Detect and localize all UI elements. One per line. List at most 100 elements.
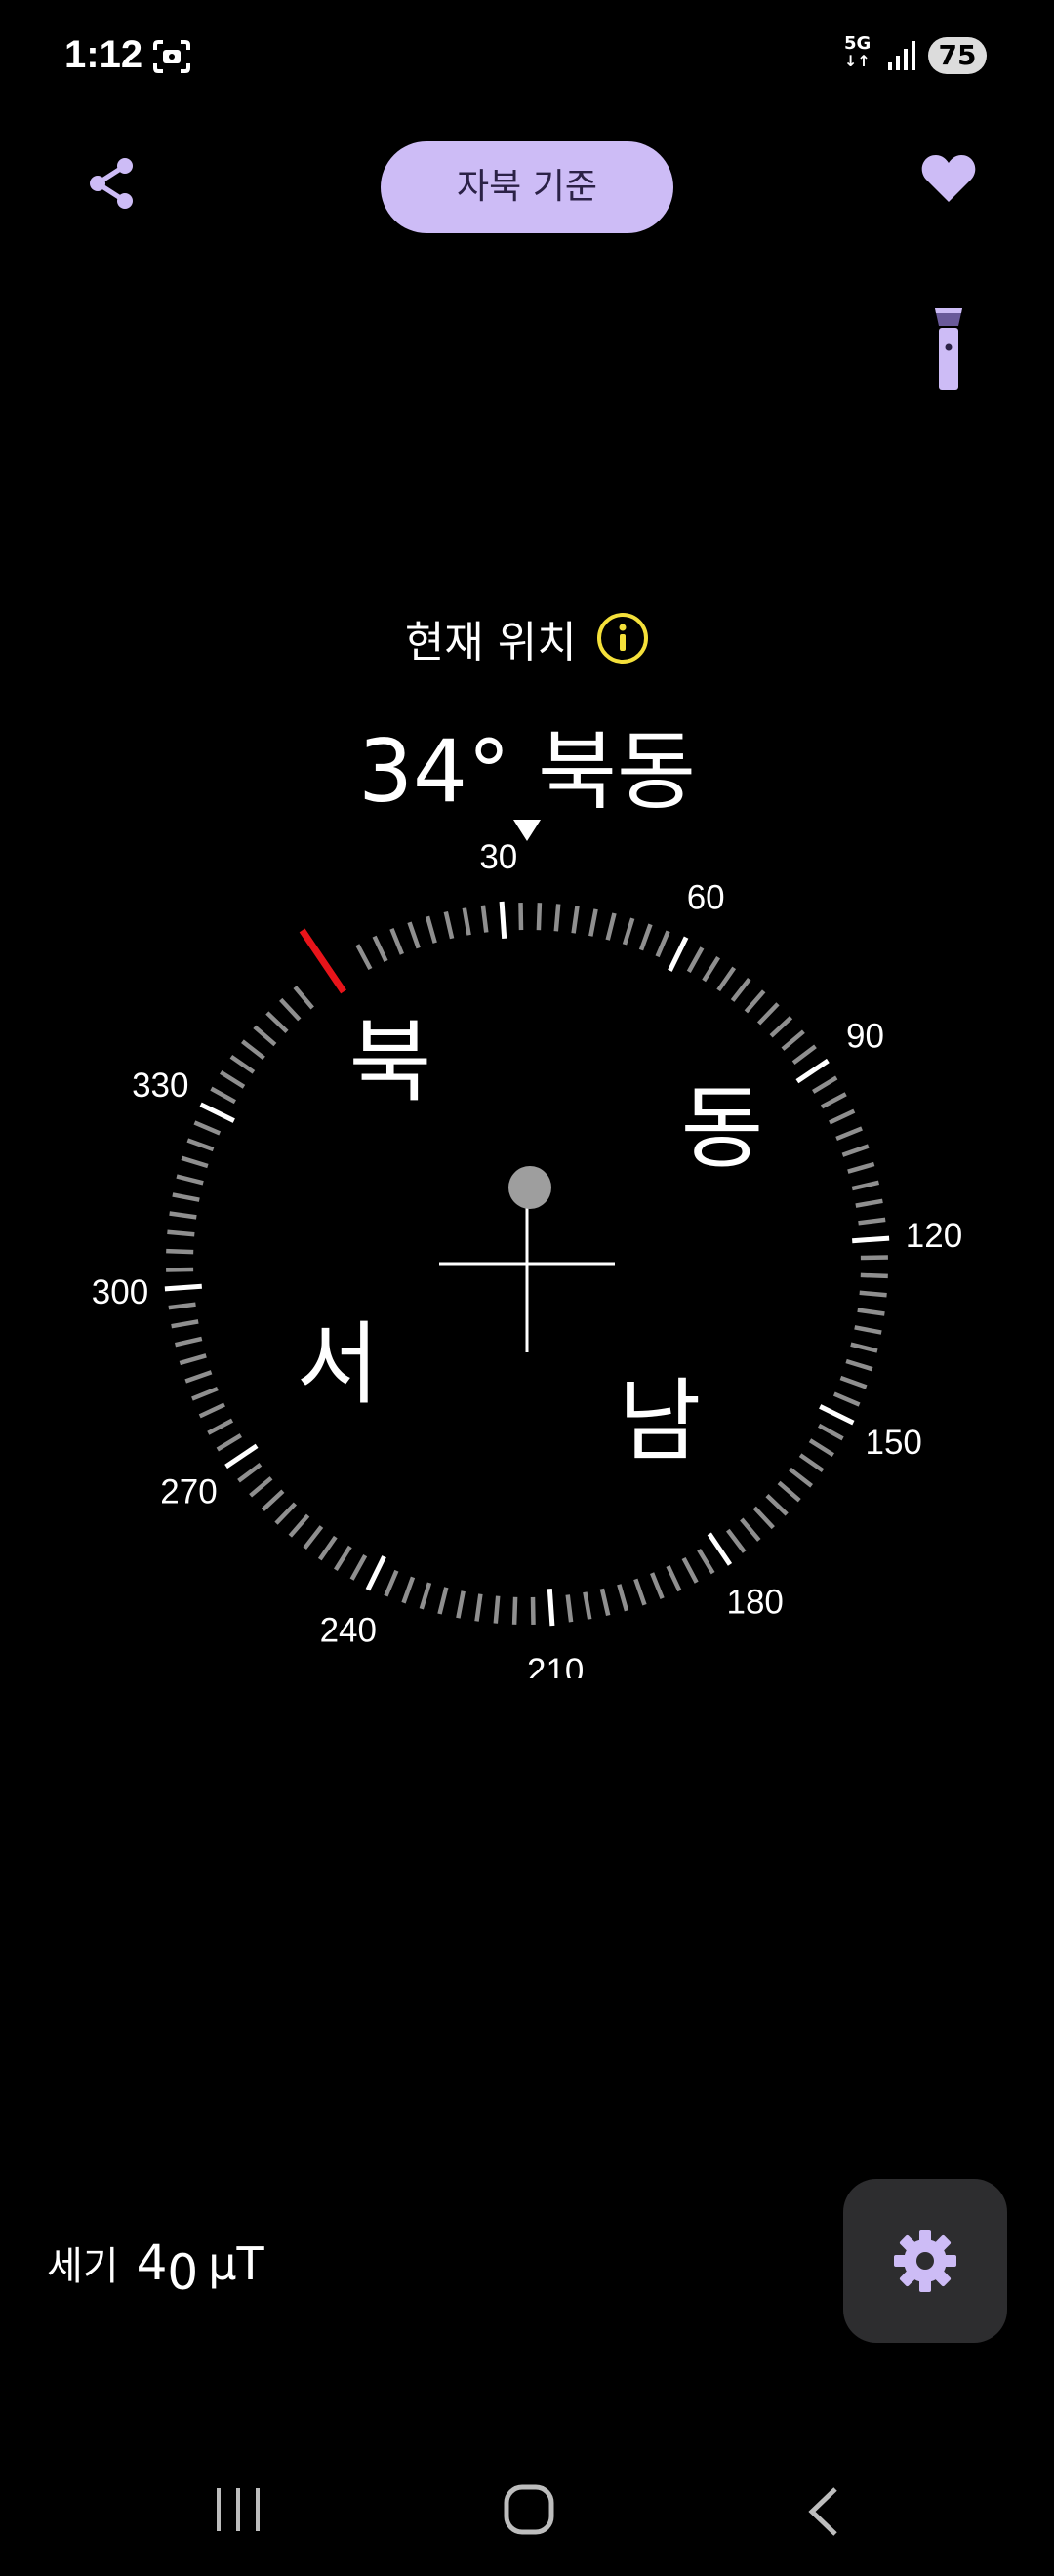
minor-tick — [265, 1011, 289, 1034]
minor-tick — [617, 1584, 629, 1612]
major-tick — [668, 936, 689, 972]
minor-tick — [456, 1590, 466, 1619]
minor-tick — [791, 1044, 817, 1065]
minor-tick — [462, 907, 471, 936]
minor-tick — [293, 986, 314, 1010]
battery-icon: 75 — [928, 37, 987, 74]
minor-tick — [752, 1506, 775, 1530]
info-icon[interactable] — [596, 612, 649, 664]
minor-tick — [638, 923, 653, 951]
minor-tick — [171, 1319, 199, 1329]
home-icon[interactable] — [504, 2484, 554, 2535]
minor-tick — [530, 1596, 536, 1625]
minor-tick — [198, 1402, 225, 1419]
minor-tick — [229, 1054, 256, 1074]
minor-tick — [191, 1387, 219, 1401]
minor-tick — [384, 1569, 399, 1597]
tick-label: 120 — [906, 1217, 962, 1255]
minor-tick — [166, 1248, 194, 1255]
minor-tick — [716, 966, 737, 992]
minor-tick — [210, 1086, 236, 1105]
minor-tick — [407, 921, 421, 949]
minor-tick — [730, 978, 751, 1002]
tick-label: 180 — [726, 1584, 783, 1622]
minor-tick — [317, 1535, 338, 1561]
minor-tick — [756, 1002, 780, 1026]
tick-label: 90 — [846, 1017, 884, 1055]
minor-tick — [168, 1302, 196, 1310]
minor-tick — [193, 1120, 222, 1136]
minor-tick — [781, 1029, 805, 1051]
minor-tick — [288, 1513, 310, 1538]
tick-label: 30 — [479, 838, 517, 876]
minor-tick — [859, 1290, 887, 1298]
minor-tick — [808, 1438, 834, 1458]
minor-tick — [622, 917, 635, 946]
minor-tick — [216, 1433, 242, 1452]
major-tick — [499, 901, 507, 939]
minor-tick — [655, 930, 670, 958]
minor-tick — [835, 1126, 863, 1141]
minor-tick — [419, 1582, 432, 1610]
flashlight-icon[interactable] — [929, 304, 968, 394]
north-mode-button[interactable]: 자북 기준 — [381, 141, 673, 233]
minor-tick — [740, 1517, 761, 1542]
magnetic-strength: 세기 40 μT — [47, 2234, 264, 2301]
major-tick — [199, 1102, 235, 1123]
settings-button[interactable] — [843, 2179, 1007, 2343]
navigation-bar — [0, 2469, 1054, 2547]
minor-tick — [789, 1467, 813, 1488]
recent-apps-icon[interactable] — [211, 2486, 265, 2533]
minor-tick — [169, 1211, 197, 1220]
gear-icon — [894, 2230, 956, 2292]
minor-tick — [220, 1069, 246, 1089]
minor-tick — [588, 908, 598, 937]
minor-tick — [184, 1370, 213, 1384]
magnetic-strength-label: 세기 — [47, 2244, 119, 2289]
minor-tick — [744, 989, 766, 1014]
compass-dial: 30 60 90 120 150 180 210 240 270 300 330 북 동 서 남 — [92, 820, 962, 1678]
minor-tick — [389, 928, 404, 955]
minor-tick — [858, 1217, 886, 1226]
minor-tick — [855, 1198, 883, 1208]
minor-tick — [845, 1358, 873, 1372]
minor-tick — [237, 1463, 263, 1483]
screenshot-icon — [153, 40, 190, 73]
minor-tick — [274, 1502, 298, 1525]
minor-tick — [349, 1554, 368, 1581]
minor-tick — [437, 1587, 449, 1615]
back-icon[interactable] — [802, 2486, 845, 2537]
level-bubble — [508, 1166, 551, 1209]
status-time: 1:12 — [64, 33, 143, 76]
minor-tick — [480, 905, 489, 933]
location-label: 현재 위치 — [404, 618, 577, 667]
tick-label: 150 — [865, 1424, 921, 1462]
minor-tick — [818, 1423, 844, 1441]
minor-tick — [841, 1144, 870, 1157]
minor-tick — [279, 997, 302, 1022]
minor-tick — [536, 903, 543, 931]
minor-tick — [769, 1016, 793, 1038]
minor-tick — [829, 1108, 856, 1125]
minor-tick — [583, 1591, 592, 1620]
minor-tick — [372, 935, 388, 962]
share-icon[interactable] — [82, 154, 141, 213]
heart-icon[interactable] — [919, 151, 978, 206]
minor-tick — [241, 1039, 265, 1061]
minor-tick — [854, 1325, 882, 1335]
status-bar: 1:12 5G ↓↑ 75 — [0, 0, 1054, 107]
minor-tick — [333, 1545, 352, 1571]
minor-tick — [401, 1576, 416, 1604]
minor-tick — [474, 1593, 483, 1622]
major-tick — [852, 1235, 890, 1244]
major-tick — [224, 1443, 259, 1469]
minor-tick — [832, 1391, 861, 1407]
minor-tick — [839, 1375, 868, 1389]
direction-west: 서 — [297, 1312, 380, 1417]
minor-tick — [847, 1161, 875, 1174]
minor-tick — [850, 1342, 878, 1353]
minor-tick — [176, 1174, 204, 1186]
magnetic-strength-value-sub: 0 — [167, 2244, 199, 2301]
minor-tick — [857, 1308, 885, 1316]
minor-tick — [798, 1453, 825, 1473]
